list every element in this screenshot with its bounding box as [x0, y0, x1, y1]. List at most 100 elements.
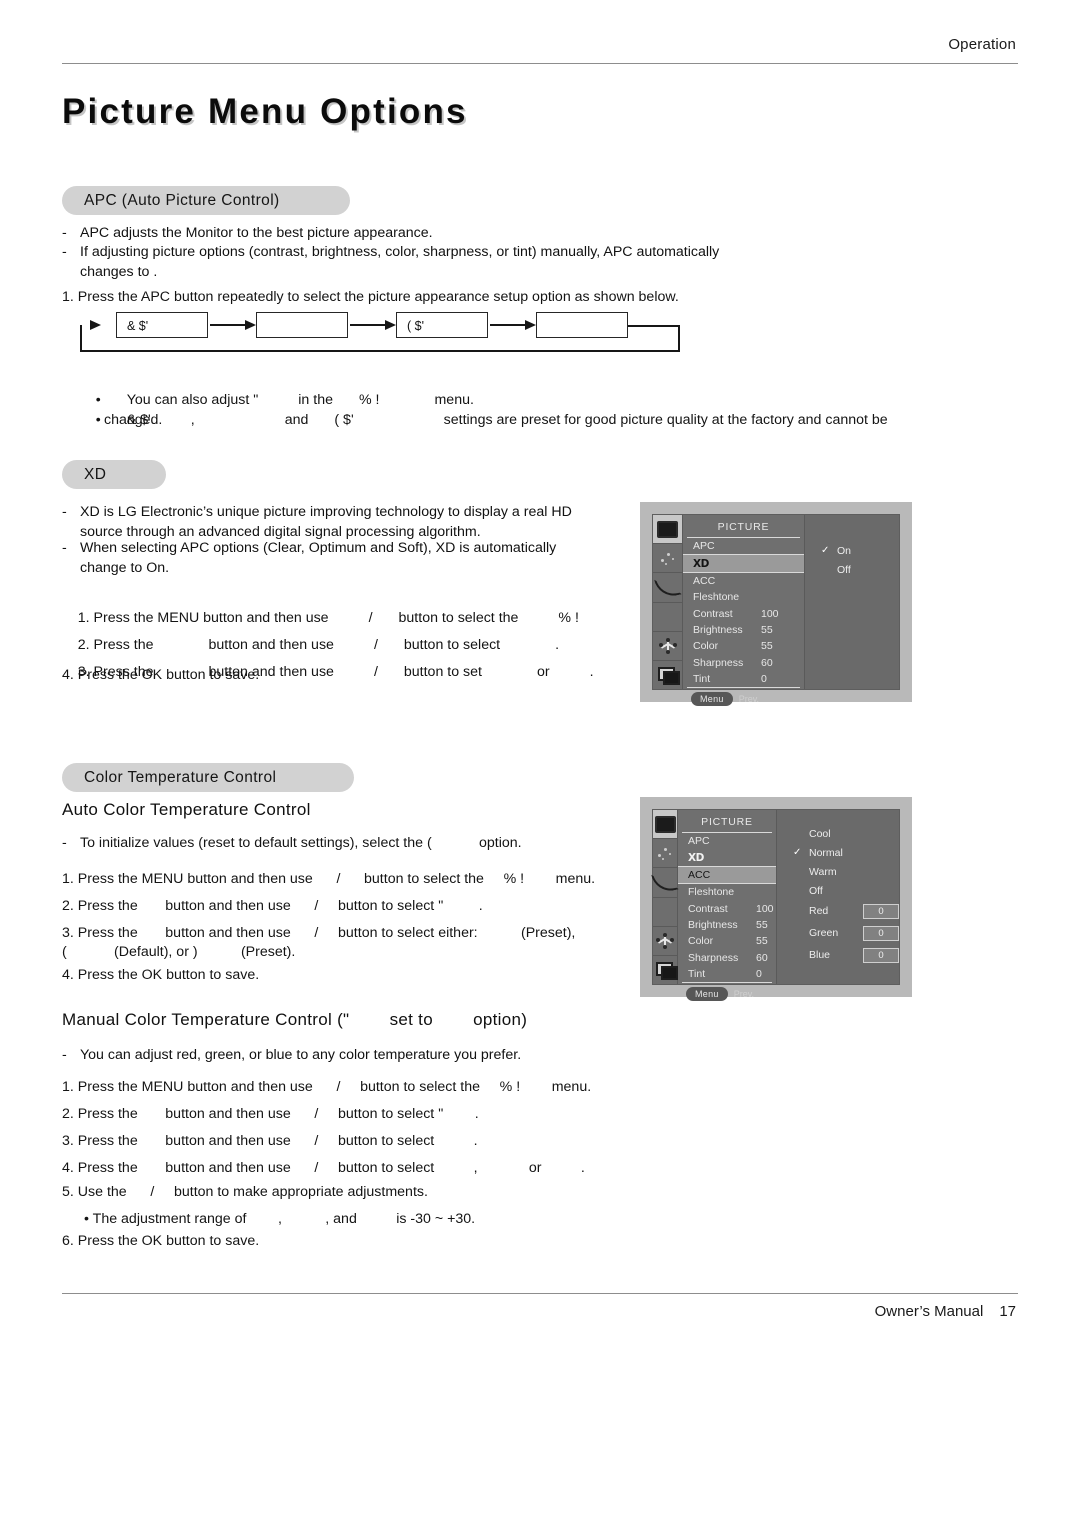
- flow-loop-arrowhead: [90, 320, 101, 330]
- checkmark-icon: ✓: [821, 545, 830, 556]
- osd-rail-setup[interactable]: [653, 632, 682, 661]
- osd-row-sharpness[interactable]: Sharpness 60: [678, 950, 776, 966]
- osd-row-fleshtone[interactable]: Fleshtone: [678, 884, 776, 900]
- osd-row-value: 100: [761, 607, 779, 620]
- manual-step-3: 3. Press the button and then use / butto…: [62, 1133, 478, 1149]
- osd-option-value-green[interactable]: 0: [863, 925, 899, 941]
- osd-screenshot-xd: PICTURE APC XD ACC Fleshtone Contrast 10…: [640, 502, 912, 707]
- osd-option-warm[interactable]: Warm: [793, 862, 899, 881]
- osd-rail-setup[interactable]: [653, 927, 677, 956]
- apc-note-2-e: settings are preset for good picture qua…: [443, 411, 888, 428]
- osd-rail-pip[interactable]: [653, 956, 678, 984]
- osd-rail-picture[interactable]: [653, 810, 677, 840]
- osd-options-panel: Cool ✓ Normal Warm Off Red 0 Green 0 Blu…: [777, 810, 899, 984]
- apc-bullet-1: - APC adjusts the Monitor to the best pi…: [62, 224, 882, 244]
- flow-box-3: ( $': [396, 312, 488, 338]
- footer-manual-label: Owner’s Manual: [874, 1303, 984, 1320]
- header-divider: [62, 63, 1018, 64]
- osd-option-green[interactable]: Green 0: [793, 922, 899, 944]
- flow-loop-bottom: [80, 350, 680, 352]
- osd-row-xd[interactable]: XD: [678, 849, 776, 865]
- osd-row-label: Sharpness: [693, 656, 744, 669]
- timer-arc-icon: [653, 575, 682, 600]
- osd-rail-blank[interactable]: [653, 603, 682, 632]
- osd-row-brightness[interactable]: Brightness 55: [678, 917, 776, 933]
- osd-row-apc[interactable]: APC: [678, 833, 776, 849]
- setup-icon: [658, 637, 677, 654]
- osd-row-color[interactable]: Color 55: [683, 638, 804, 654]
- auto-step-3: 3. Press the button and then use / butto…: [62, 925, 576, 941]
- osd-option-cool[interactable]: Cool: [793, 824, 899, 843]
- apc-bullet-2-cont: changes to .: [80, 263, 158, 280]
- osd-row-apc[interactable]: APC: [683, 538, 804, 554]
- osd-row-label: Sharpness: [688, 951, 739, 964]
- xd-bullet-2-text: When selecting APC options (Clear, Optim…: [80, 540, 557, 556]
- osd-option-normal[interactable]: ✓ Normal: [793, 843, 899, 862]
- osd-row-label: Color: [688, 935, 714, 948]
- manual-step-5: 5. Use the / button to make appropriate …: [62, 1184, 428, 1200]
- osd-option-blue[interactable]: Blue 0: [793, 944, 899, 966]
- osd-row-label: Brightness: [688, 919, 738, 932]
- osd-prev-label[interactable]: Prev.: [739, 694, 759, 704]
- osd-row-acc[interactable]: ACC: [683, 573, 804, 589]
- osd-option-on[interactable]: ✓ On: [821, 541, 899, 560]
- osd-row-tint[interactable]: Tint 0: [683, 671, 804, 687]
- dash-marker: -: [62, 244, 67, 260]
- manual-step-4: 4. Press the button and then use / butto…: [62, 1160, 585, 1176]
- osd-row-xd[interactable]: XD: [683, 554, 804, 573]
- manual-page: Operation Picture Menu Options APC (Auto…: [0, 0, 1080, 1528]
- auto-step-3-cont: ( (Default), or ) (Preset).: [62, 944, 296, 960]
- xd-bullet-2: - When selecting APC options (Clear, Opt…: [62, 539, 622, 578]
- osd-row-contrast[interactable]: Contrast 100: [678, 901, 776, 917]
- osd-screenshot-acc: PICTURE APC XD ACC Fleshtone Contrast 10…: [640, 797, 912, 1002]
- osd-rail-sound[interactable]: [653, 839, 677, 869]
- section-header-color-temperature: Color Temperature Control: [62, 763, 354, 792]
- osd-rail-sound[interactable]: [653, 544, 682, 574]
- osd-menu-button[interactable]: Menu: [691, 692, 733, 707]
- osd-menu-button[interactable]: Menu: [686, 987, 728, 1002]
- osd-row-value: 100: [756, 902, 774, 915]
- osd-menu-title: PICTURE: [687, 519, 800, 538]
- osd-rail-timer[interactable]: [653, 573, 682, 603]
- osd-row-tint[interactable]: Tint 0: [678, 966, 776, 982]
- osd-option-off[interactable]: Off: [793, 881, 899, 900]
- osd-row-label: ACC: [688, 868, 711, 881]
- apc-note-2: • & $', and( $' settings are preset for goo…: [80, 391, 888, 450]
- osd-row-value: 55: [761, 640, 773, 653]
- osd-body: PICTURE APC XD ACC Fleshtone Contrast 10…: [651, 809, 900, 1002]
- osd-row-fleshtone[interactable]: Fleshtone: [683, 589, 804, 605]
- bullet-dot: •: [95, 411, 101, 428]
- osd-option-value-red[interactable]: 0: [863, 903, 899, 919]
- osd-rail-picture[interactable]: [653, 515, 682, 545]
- osd-row-brightness[interactable]: Brightness 55: [683, 622, 804, 638]
- osd-row-color[interactable]: Color 55: [678, 933, 776, 949]
- xd-step-3-slash: /: [373, 663, 378, 680]
- apc-bullet-2-text: If adjusting picture options (contrast, …: [80, 244, 720, 260]
- auto-step-4: 4. Press the OK button to save.: [62, 967, 260, 983]
- osd-option-off[interactable]: Off: [821, 560, 899, 579]
- osd-rail-timer[interactable]: [651, 868, 679, 898]
- auto-color-temp-bullet-text: To initialize values (reset to default s…: [80, 835, 522, 851]
- osd-rail-blank[interactable]: [653, 898, 677, 927]
- osd-menu-list: PICTURE APC XD ACC Fleshtone Contrast 10…: [678, 810, 777, 1002]
- auto-color-temp-bullet: - To initialize values (reset to default…: [62, 834, 622, 854]
- xd-bullet-1-text: XD is LG Electronic’s unique picture imp…: [80, 504, 572, 520]
- osd-prev-label[interactable]: Prev.: [734, 989, 754, 999]
- osd-row-value: 55: [756, 919, 768, 932]
- osd-row-sharpness[interactable]: Sharpness 60: [683, 655, 804, 671]
- auto-step-2: 2. Press the button and then use / butto…: [62, 898, 483, 914]
- osd-option-value-blue[interactable]: 0: [863, 947, 899, 963]
- osd-row-acc[interactable]: ACC: [678, 865, 776, 885]
- apc-note-2-c: and: [284, 411, 309, 428]
- osd-option-label: Green: [809, 927, 839, 939]
- pip-icon: [658, 667, 680, 686]
- osd-row-contrast[interactable]: Contrast 100: [683, 606, 804, 622]
- auto-color-temp-heading: Auto Color Temperature Control: [62, 800, 311, 819]
- osd-option-red[interactable]: Red 0: [793, 900, 899, 922]
- osd-row-value: 60: [756, 951, 768, 964]
- osd-row-label: Contrast: [688, 902, 728, 915]
- dash-marker: -: [62, 504, 67, 520]
- manual-color-temp-bullet-text: You can adjust red, green, or blue to an…: [80, 1047, 522, 1063]
- osd-rail-pip[interactable]: [653, 661, 682, 689]
- osd-row-label: XD: [688, 851, 704, 864]
